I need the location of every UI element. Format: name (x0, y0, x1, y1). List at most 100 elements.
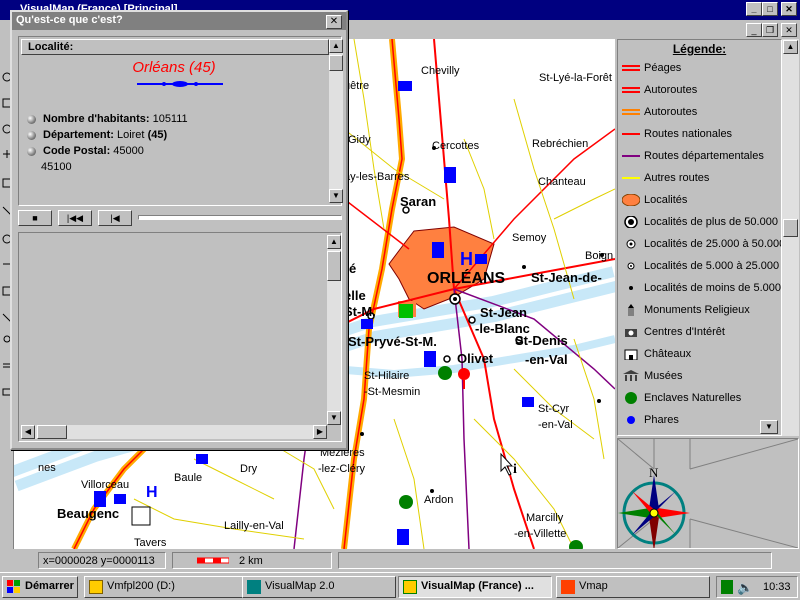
map-label[interactable]: Semoy (512, 232, 547, 244)
legend-symbol-icon (627, 262, 635, 270)
task-visualmap-2[interactable]: VisualMap 2.0 (242, 576, 396, 598)
map-label[interactable]: nes (38, 462, 56, 474)
legend-item[interactable]: Musées (618, 365, 781, 387)
legend-item[interactable]: Autoroutes (618, 79, 781, 101)
map-label[interactable]: St-Lyé-la-Forêt (539, 72, 612, 84)
task-label: Vmap (579, 580, 608, 592)
map-label[interactable]: Cercottes (432, 140, 480, 152)
legend-item[interactable]: Routes nationales (618, 123, 781, 145)
legend-item-label: Autres routes (644, 172, 710, 184)
desc-scroll-up[interactable]: ▲ (327, 235, 341, 249)
map-label[interactable]: Rebréchien (532, 138, 588, 150)
legend-item[interactable]: Enclaves Naturelles (618, 387, 781, 409)
legend-item[interactable]: Localités de plus de 50.000 h. (618, 211, 781, 233)
stop-button[interactable]: ■ (18, 210, 52, 226)
legend-item[interactable]: Phares (618, 409, 781, 431)
legend-item-label: Musées (644, 370, 683, 382)
description-hscrollbar[interactable]: ◀ ▶ (21, 425, 327, 439)
map-label[interactable]: Boign (585, 250, 613, 262)
maximize-button[interactable]: □ (762, 2, 778, 16)
task-vmfpl200[interactable]: Vmfpl200 (D:) (84, 576, 244, 598)
map-label[interactable]: Baule (174, 472, 202, 484)
vmap-icon (561, 580, 575, 594)
map-label[interactable]: St-Denis (515, 333, 568, 348)
map-label[interactable]: Beaugenc (57, 506, 119, 521)
legend-item[interactable]: Châteaux (618, 343, 781, 365)
map-label[interactable]: Lailly-en-Val (224, 520, 284, 532)
map-label[interactable]: -en-Villette (514, 528, 566, 540)
child-restore-button[interactable]: ❐ (762, 23, 778, 37)
map-label[interactable]: St-Jean-de- (531, 270, 602, 285)
previous-button[interactable]: |◀ (98, 210, 132, 226)
desc-scroll-right[interactable]: ▶ (313, 425, 327, 439)
rewind-button[interactable]: |◀◀ (58, 210, 92, 226)
map-label[interactable]: -lez-Cléry (318, 463, 366, 475)
legend-scroll-down[interactable]: ▼ (760, 420, 778, 434)
map-label[interactable]: ay-les-Barres (344, 171, 410, 183)
map-label[interactable]: St-Hilaire (364, 370, 409, 382)
legend-scroll-thumb[interactable] (783, 219, 798, 237)
separator-ornament-icon (137, 81, 223, 87)
dialog-title: Qu'est-ce que c'est? (16, 14, 123, 26)
legend-item[interactable]: Autres routes (618, 167, 781, 189)
map-label[interactable]: ORLÉANS (427, 268, 506, 287)
folder-icon (89, 580, 103, 594)
dialog-close-button[interactable]: ✕ (326, 15, 342, 29)
map-label[interactable]: St-M. (344, 304, 376, 319)
map-label[interactable]: Tavers (134, 537, 167, 549)
info-scroll-thumb[interactable] (329, 55, 343, 71)
info-scroll-up[interactable]: ▲ (329, 39, 343, 53)
map-label[interactable]: Ardon (424, 494, 453, 506)
status-bar: x=0000028 y=0000113 2 km (0, 549, 800, 571)
volume-icon[interactable]: 🔈 (737, 580, 753, 596)
windows-logo-icon (7, 580, 20, 593)
legend-item[interactable]: Localités de moins de 5.000 h. (618, 277, 781, 299)
legend-item[interactable]: Localités (618, 189, 781, 211)
map-label[interactable]: Chevilly (421, 65, 460, 77)
map-label[interactable]: St-Jean (480, 305, 527, 320)
task-visualmap-france[interactable]: VisualMap (France) ... (398, 576, 552, 598)
desc-scroll-thumb[interactable] (327, 251, 341, 281)
legend-title: Légende: (672, 42, 727, 56)
legend-item[interactable]: Localités de 5.000 à 25.000 h. (618, 255, 781, 277)
map-label[interactable]: Chanteau (538, 176, 586, 188)
map-label[interactable]: -en-Val (525, 352, 568, 367)
legend-scrollbar[interactable]: ▲ (782, 39, 799, 436)
desc-scroll-left[interactable]: ◀ (21, 425, 35, 439)
map-label[interactable]: Olivet (457, 351, 494, 366)
start-button[interactable]: Démarrer (2, 576, 78, 598)
dialog-title-bar[interactable]: Qu'est-ce que c'est? (12, 12, 346, 30)
map-label[interactable]: Saran (400, 194, 436, 209)
minimize-button[interactable]: _ (746, 2, 762, 16)
desc-scroll-down[interactable]: ▼ (327, 411, 341, 425)
child-close-button[interactable]: ✕ (781, 23, 797, 37)
child-minimize-button[interactable]: _ (746, 23, 762, 37)
map-label[interactable]: Marcilly (526, 512, 564, 524)
legend-item[interactable]: Centres d'Intérêt (618, 321, 781, 343)
close-button[interactable]: ✕ (781, 2, 797, 16)
clock: 10:33 (763, 581, 791, 593)
map-label[interactable]: St-Cyr (538, 403, 570, 415)
map-label[interactable]: Dry (240, 463, 258, 475)
map-label[interactable]: St-Pryvé-St-M. (348, 334, 437, 349)
media-progress-track[interactable] (138, 215, 342, 220)
legend-item-label: Autoroutes (644, 106, 698, 118)
legend-item[interactable]: Monuments Religieux (618, 299, 781, 321)
info-scrollbar[interactable]: ▲ ▼ (329, 39, 343, 203)
map-label[interactable]: Villorceau (81, 479, 129, 491)
visualmap-icon (247, 580, 261, 594)
legend-item[interactable]: Routes départementales (618, 145, 781, 167)
description-vscrollbar[interactable]: ▲ ▼ (327, 235, 341, 425)
legend-item[interactable]: Autoroutes (618, 101, 781, 123)
legend-item[interactable]: Localités de 25.000 à 50.000 h. (618, 233, 781, 255)
task-vmap[interactable]: Vmap (556, 576, 710, 598)
map-label[interactable]: Gidy (348, 134, 371, 146)
map-label[interactable]: -en-Val (538, 419, 573, 431)
legend-item-label: Phares (644, 414, 679, 426)
legend-scroll-up[interactable]: ▲ (783, 40, 798, 54)
tray-app-icon[interactable] (721, 580, 733, 594)
info-scroll-down[interactable]: ▼ (329, 189, 343, 203)
desc-hscroll-thumb[interactable] (37, 425, 67, 439)
legend-item[interactable]: Péages (618, 57, 781, 79)
map-label[interactable]: -St-Mesmin (364, 386, 420, 398)
